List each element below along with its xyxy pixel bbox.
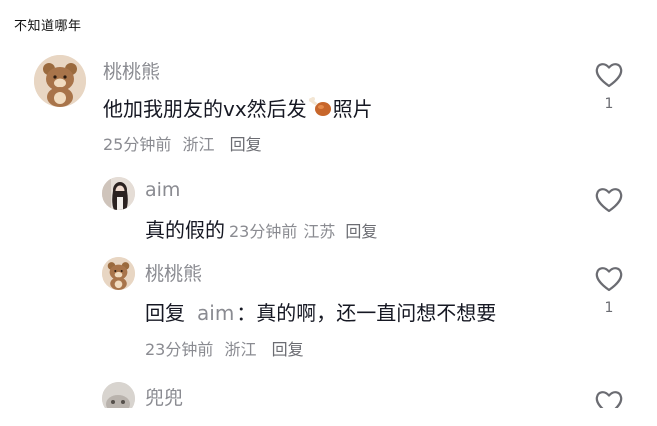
like-button[interactable]: 1 — [594, 61, 624, 112]
like-button[interactable] — [594, 186, 624, 214]
page-title: 不知道哪年 — [14, 19, 82, 34]
reply-username[interactable]: 桃桃熊 — [145, 259, 202, 286]
reply-button[interactable]: 回复 — [272, 340, 304, 359]
reply-username[interactable]: aim — [145, 179, 180, 201]
person-avatar-icon — [102, 177, 135, 210]
like-count: 1 — [604, 96, 614, 112]
bear-avatar-icon — [34, 55, 86, 107]
comment-text-part: 照片 — [332, 97, 373, 121]
comment-username[interactable]: 桃桃熊 — [103, 57, 160, 84]
heart-icon — [595, 267, 623, 292]
heart-icon — [595, 188, 623, 213]
comment-page: 不知道哪年 桃桃熊 他加我朋友的vx然后发 照片 25分钟前 浙江 回复 1 a… — [0, 0, 657, 426]
bear-avatar-icon — [102, 257, 135, 290]
reply-location: 江苏 — [303, 222, 336, 241]
reply-text: 真的啊，还一直问想不想要 — [256, 301, 497, 325]
drumstick-emoji-icon — [308, 97, 332, 124]
reply-location: 浙江 — [224, 340, 257, 359]
reply-meta: 23分钟前 江苏 回复 — [229, 222, 383, 241]
heart-icon — [595, 63, 623, 88]
reply-text-line: 回复 aim ：真的啊，还一直问想不想要 — [145, 297, 496, 326]
scroll-cutoff — [0, 408, 657, 426]
reply-text: 真的假的 — [145, 218, 225, 242]
reply-separator: ： — [236, 301, 257, 325]
avatar[interactable] — [34, 55, 86, 107]
comment-meta: 25分钟前 浙江 回复 — [103, 131, 268, 155]
reply-button[interactable]: 回复 — [230, 135, 262, 154]
reply-time: 23分钟前 — [229, 222, 298, 241]
reply-meta: 23分钟前 浙江 回复 — [145, 336, 310, 360]
reply-prefix: 回复 — [145, 301, 185, 325]
like-button[interactable]: 1 — [594, 265, 624, 316]
avatar[interactable] — [102, 177, 135, 210]
reply-text-line: 真的假的 23分钟前 江苏 回复 — [145, 214, 383, 243]
comment-location: 浙江 — [182, 135, 215, 154]
avatar[interactable] — [102, 257, 135, 290]
reply-username[interactable]: 兜兜 — [145, 383, 183, 410]
reply-to-username[interactable]: aim — [197, 301, 234, 325]
reply-button[interactable]: 回复 — [345, 222, 377, 241]
reply-time: 23分钟前 — [145, 340, 214, 359]
like-count: 1 — [604, 300, 614, 316]
comment-text: 他加我朋友的vx然后发 照片 — [103, 93, 373, 124]
comment-time: 25分钟前 — [103, 135, 172, 154]
comment-text-part: 他加我朋友的vx然后发 — [103, 97, 307, 121]
